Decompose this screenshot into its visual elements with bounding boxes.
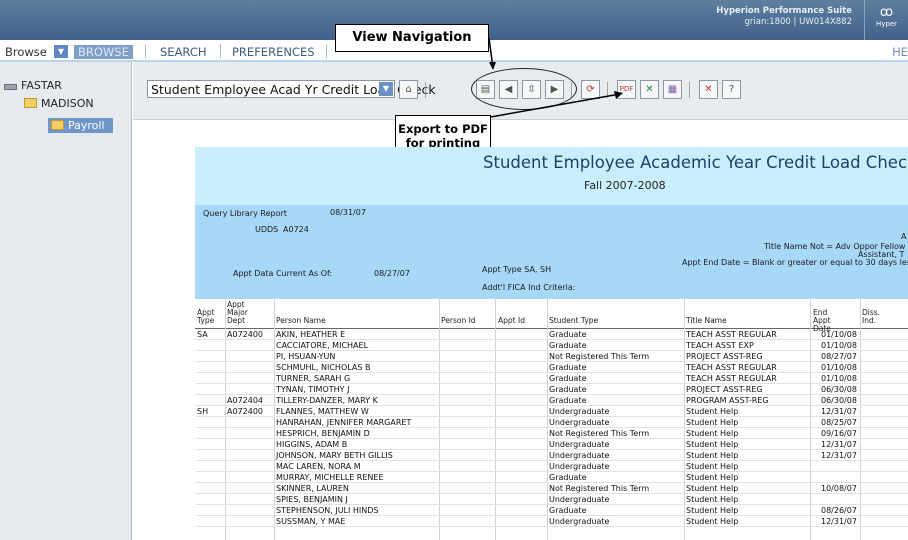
row-divider <box>195 526 908 527</box>
menu-preferences[interactable]: PREFERENCES <box>232 45 315 59</box>
menu-help[interactable]: HE <box>892 45 908 59</box>
table-row: STEPHENSON, JULI HINDS Graduate Student He… <box>195 505 908 516</box>
table-row: HANRAHAN, JENNIFER MARGARET Undergraduate… <box>195 417 908 428</box>
col-appt-id: Appt Id <box>498 316 525 325</box>
table-row: PI, HSUAN-YUN Not Registered This Term PRO… <box>195 351 908 362</box>
menu-browse-tab[interactable]: BROWSE <box>74 45 133 59</box>
table-row: CACCIATORE, MICHAEL Graduate TEACH ASST EX… <box>195 340 908 351</box>
col-person-name: Person Name <box>276 316 326 325</box>
table-row: SA A072400 AKIN, HEATHER E Graduate TEACH AS… <box>195 329 908 340</box>
criteria-right-4: Appt End Date = Blank or greater or equa… <box>682 258 908 267</box>
table-header: Appt Type Appt Major Dept Person Name Pe… <box>195 299 908 333</box>
menu-search[interactable]: SEARCH <box>160 45 207 59</box>
col-student-type: Student Type <box>549 316 599 325</box>
report-body: Student Employee Academic Year Credit Lo… <box>195 147 908 540</box>
criteria-appt-data-label: Appt Data Current As Of: <box>233 269 333 278</box>
tree-label: FASTAR <box>21 79 62 92</box>
table-row: A072404 TILLERY-DANZER, MARY K Graduate PRO… <box>195 395 908 406</box>
brand-block: Hyperion Performance Suite grian:1800 | … <box>716 6 852 28</box>
criteria-appt-data-date: 08/27/07 <box>374 269 410 278</box>
table-row: MAC LAREN, NORA M Undergraduate Student He… <box>195 461 908 472</box>
col-major-dept: Appt Major Dept <box>227 300 248 325</box>
brand-server: grian:1800 | UW014X882 <box>744 17 852 27</box>
hyperion-logo: ꝏ Hyper <box>864 0 908 40</box>
col-title-name: Title Name <box>686 316 727 325</box>
report-header: Student Employee Academic Year Credit Lo… <box>195 147 908 205</box>
criteria-udds-label: UDDS <box>255 225 279 234</box>
table-row: SPIES, BENJAMIN J Undergraduate Student He… <box>195 494 908 505</box>
drive-icon <box>4 84 17 90</box>
brand-title: Hyperion Performance Suite <box>716 6 852 16</box>
criteria-udds-value: A0724 <box>283 225 309 234</box>
table-row: SH A072400 FLANNES, MATTHEW W Undergraduate… <box>195 406 908 417</box>
tree-label: Payroll <box>68 119 105 132</box>
menu-separator <box>326 44 327 58</box>
logo-text: Hyper <box>875 20 898 28</box>
table-row: TYNAN, TIMOTHY J Graduate PROJECT ASST-REG… <box>195 384 908 395</box>
report-subtitle: Fall 2007-2008 <box>584 179 666 192</box>
menu-separator <box>220 44 221 58</box>
table-row: HESPRICH, BENJAMIN D Not Registered This … <box>195 428 908 439</box>
criteria-library-label: Query Library Report <box>203 209 287 218</box>
table-row: SUSSMAN, Y MAE Undergraduate Student Help 1… <box>195 516 908 527</box>
tree-selected: Payroll <box>48 118 113 133</box>
browse-menu[interactable]: Browse <box>5 45 47 59</box>
folder-open-icon <box>51 120 64 130</box>
menu-separator <box>145 44 146 58</box>
criteria-right-1: A <box>901 232 907 241</box>
table-body: SA A072400 AKIN, HEATHER E Graduate TEACH AS… <box>195 329 908 527</box>
criteria-fica: Addt'l FICA Ind Criteria: <box>482 283 576 292</box>
col-diss-ind: Diss. Ind. <box>862 308 881 325</box>
folder-tree: FASTAR MADISON Payroll <box>0 62 132 540</box>
view-navigation-callout: View Navigation <box>335 24 489 52</box>
table-row: MURRAY, MICHELLE RENEE Graduate Student He… <box>195 472 908 483</box>
report-title: Student Employee Academic Year Credit Lo… <box>483 153 908 172</box>
tree-label: MADISON <box>41 97 94 110</box>
tree-item-madison[interactable]: MADISON <box>24 97 94 110</box>
folder-icon <box>24 98 37 108</box>
table-row: JOHNSON, MARY BETH GILLIS Undergraduate St… <box>195 450 908 461</box>
table-row: SCHMUHL, NICHOLAS B Graduate TEACH ASST RE… <box>195 362 908 373</box>
browse-dropdown-icon[interactable]: ▼ <box>54 45 68 58</box>
table-row: HIGGINS, ADAM B Undergraduate Student Help… <box>195 439 908 450</box>
content-pane: Student Employee Acad Yr Credit Load Che… <box>133 24 908 540</box>
tree-item-payroll[interactable]: Payroll <box>48 118 113 133</box>
logo-glyph-icon: ꝏ <box>879 5 894 20</box>
col-appt-type: Appt Type <box>197 308 215 325</box>
hyperion-window: Hyperion Performance Suite grian:1800 | … <box>0 0 908 540</box>
report-criteria: Query Library Report 08/31/07 UDDS A0724… <box>195 205 908 299</box>
tree-item-fastar[interactable]: FASTAR <box>4 79 62 92</box>
criteria-appt-type: Appt Type SA, SH <box>482 265 552 274</box>
criteria-library-date: 08/31/07 <box>330 208 366 217</box>
table-row: SKINNER, LAUREN Not Registered This Term S… <box>195 483 908 494</box>
col-person-id: Person Id <box>441 316 476 325</box>
table-row: TURNER, SARAH G Graduate TEACH ASST REGULA… <box>195 373 908 384</box>
